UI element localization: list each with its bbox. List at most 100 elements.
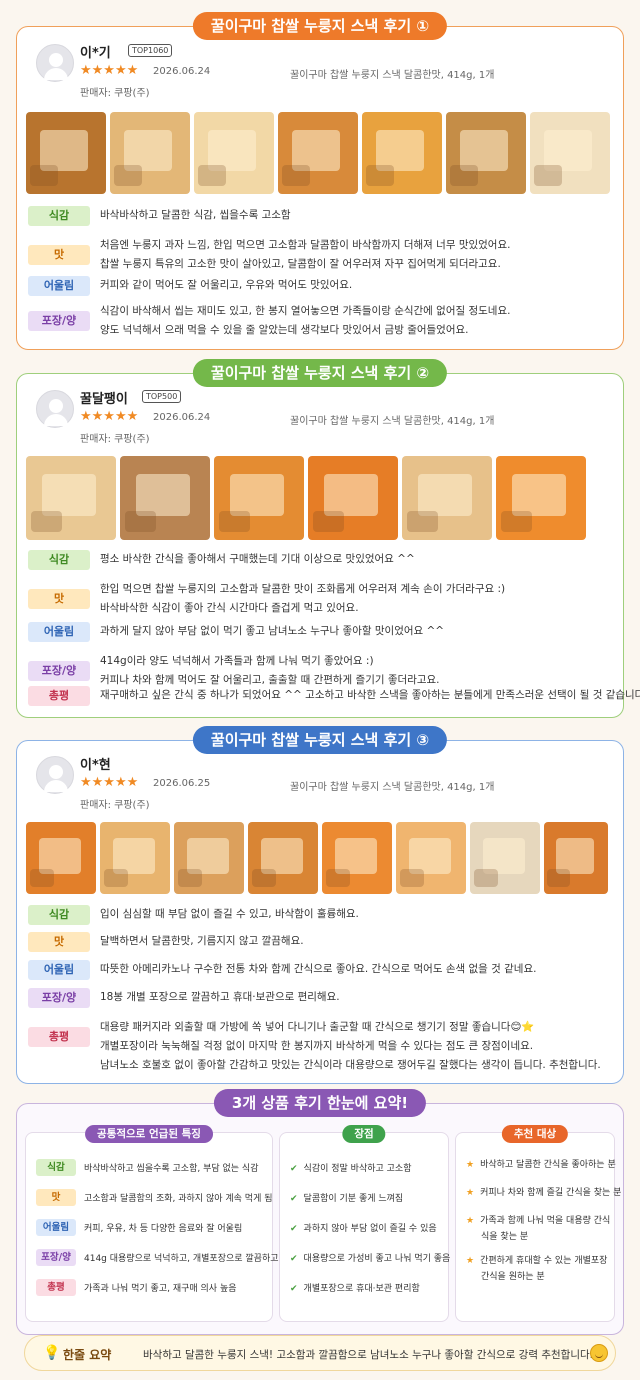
review-photo[interactable] <box>214 456 304 540</box>
review-photo[interactable] <box>470 822 540 894</box>
feature-row: 어울림 커피, 우유, 차 등 다양한 음료와 잘 어울림 <box>36 1219 266 1239</box>
star-icon: ★ <box>466 1256 475 1266</box>
recommend-box: 추천 대상 ★ 바삭하고 달콤한 간식을 좋아하는 분 ★ 커피나 차와 함께 즐길 … <box>455 1125 621 1322</box>
review-photos <box>26 456 586 540</box>
feature-row: 맛 고소함과 달콤함의 조화, 과하지 않아 계속 먹게 됨 <box>36 1189 273 1209</box>
pro-text: 달콤함이 기분 좋게 느껴짐 <box>303 1194 404 1204</box>
review-text-line: 18봉 개별 포장으로 깔끔하고 휴대·보관으로 편리해요. <box>100 991 340 1003</box>
review-text-line: 414g이라 양도 넉넉해서 가족들과 함께 나눠 먹기 좋았어요 :) <box>100 655 374 667</box>
features-title: 공통적으로 언급된 특징 <box>85 1125 213 1143</box>
star-icon: ★ <box>466 1160 475 1170</box>
recommend-text: 간편하게 휴대할 수 있는 개별포장 <box>480 1256 608 1266</box>
review-text-line: 과하게 달지 않아 부담 없이 먹기 좋고 남녀노소 누구나 좋아할 맛이었어요… <box>100 625 445 637</box>
star-rating: ★★★★★ <box>80 63 139 78</box>
review-photo[interactable] <box>110 112 190 194</box>
star-rating: ★★★★★ <box>80 409 139 424</box>
summary-card: 공통적으로 언급된 특징 식감 바삭바삭하고 씹을수록 고소함, 부담 없는 식감… <box>16 1103 624 1335</box>
star-icon: ★ <box>466 1188 475 1198</box>
review-text-line: 달백하면서 달콤한맛, 기름지지 않고 깔끔해요. <box>100 935 304 947</box>
lightbulb-icon: 💡 <box>43 1345 61 1361</box>
feature-row: 포장/양 414g 대용량으로 넉넉하고, 개별포장으로 깔끔하고 편리 <box>36 1249 298 1269</box>
reviewer-rank-badge: TOP1060 <box>128 44 173 57</box>
review-text-line: 따뜻한 아메리카노나 구수한 전통 차와 함께 간식으로 좋아요. 간식으로 먹… <box>100 963 537 975</box>
reviewer-rank-badge: TOP500 <box>142 390 182 403</box>
aspect-tag: 어울림 <box>28 622 90 642</box>
recommend-text: 식을 찾는 분 <box>481 1232 529 1242</box>
review-photo[interactable] <box>194 112 274 194</box>
pro-item: ✔ 과하지 않아 부담 없이 즐길 수 있음 <box>290 1221 437 1234</box>
review-photo[interactable] <box>120 456 210 540</box>
check-icon: ✔ <box>290 1224 298 1234</box>
review-text-line: 바삭바삭한 식감이 좋아 간식 시간마다 즐겁게 먹고 있어요. <box>100 602 359 614</box>
feature-row: 식감 바삭바삭하고 씹을수록 고소함, 부담 없는 식감 <box>36 1159 266 1179</box>
reviewer-name: 꿀달팽이 <box>80 392 128 407</box>
aspect-tag: 식감 <box>28 550 90 570</box>
star-rating: ★★★★★ <box>80 775 139 790</box>
review-photo[interactable] <box>544 822 608 894</box>
product-option: 꿀이구마 찹쌀 누룽지 스낵 달콤한맛, 414g, 1개 <box>290 416 495 427</box>
review-photo[interactable] <box>446 112 526 194</box>
review-text-line: 개별포장이라 눅눅해질 걱정 없이 마지막 한 봉지까지 바삭하게 먹을 수 있… <box>100 1040 534 1052</box>
seller-label: 판매자: 쿠팡(주) <box>80 88 150 99</box>
review-date: 2026.06.24 <box>153 412 211 423</box>
pro-item: ✔ 달콤함이 기분 좋게 느껴짐 <box>290 1191 403 1204</box>
review-text-line: 입이 심심할 때 부담 없이 즐길 수 있고, 바삭함이 훌륭해요. <box>100 908 359 920</box>
feature-tag: 맛 <box>36 1189 76 1206</box>
review-photo[interactable] <box>402 456 492 540</box>
review-photo[interactable] <box>530 112 610 194</box>
review-banner-2: 꿀이구마 찹쌀 누룽지 스낵 후기 ② <box>192 359 448 387</box>
review-photo[interactable] <box>100 822 170 894</box>
review-photo[interactable] <box>396 822 466 894</box>
review-photo[interactable] <box>362 112 442 194</box>
recommend-text: 간식을 원하는 분 <box>481 1272 545 1282</box>
aspect-tag: 어울림 <box>28 960 90 980</box>
reviewer-name: 이*기 <box>80 46 111 61</box>
avatar <box>36 44 74 82</box>
review-photo[interactable] <box>174 822 244 894</box>
feature-tag: 포장/양 <box>36 1249 76 1266</box>
review-date: 2026.06.24 <box>153 66 211 77</box>
review-banner-3: 꿀이구마 찹쌀 누룽지 스낵 후기 ③ <box>192 726 448 754</box>
pros-title: 장점 <box>342 1125 386 1143</box>
review-photo[interactable] <box>496 456 586 540</box>
aspect-tag: 식감 <box>28 206 90 226</box>
avatar <box>36 756 74 794</box>
feature-tag: 식감 <box>36 1159 76 1176</box>
review-date: 2026.06.25 <box>153 778 211 789</box>
review-banner-1: 꿀이구마 찹쌀 누룽지 스낵 후기 ① <box>192 12 448 40</box>
recommend-item: ★ 커피나 차와 함께 즐길 간식을 찾는 분 <box>466 1185 621 1201</box>
recommend-text: 가족과 함께 나눠 먹을 대용량 간식 <box>480 1216 611 1226</box>
review-photos <box>26 822 608 894</box>
recommend-item: ★ 간편하게 휴대할 수 있는 개별포장간식을 원하는 분 <box>466 1253 607 1285</box>
feature-text: 바삭바삭하고 씹을수록 고소함, 부담 없는 식감 <box>84 1164 259 1174</box>
check-icon: ✔ <box>290 1194 298 1204</box>
smile-icon <box>590 1344 608 1362</box>
pro-item: ✔ 식감이 정말 바삭하고 고소함 <box>290 1161 412 1174</box>
review-photo[interactable] <box>278 112 358 194</box>
review-text-line: 처음엔 누룽지 과자 느낌, 한입 먹으면 고소함과 달콤함이 바삭함까지 더해… <box>100 239 511 251</box>
review-photo[interactable] <box>248 822 318 894</box>
review-photo[interactable] <box>26 822 96 894</box>
feature-tag: 어울림 <box>36 1219 76 1236</box>
feature-text: 고소함과 달콤함의 조화, 과하지 않아 계속 먹게 됨 <box>84 1194 273 1204</box>
one-line-text: 바삭하고 달콤한 누룽지 스낵! 고소함과 깔끔함으로 남녀노소 누구나 좋아할… <box>143 1349 593 1361</box>
review-text-line: 바삭바삭하고 달콤한 식감, 씹을수록 고소함 <box>100 209 291 221</box>
aspect-tag: 포장/양 <box>28 311 90 331</box>
review-text-line: 재구매하고 싶은 간식 중 하나가 되었어요 ^^ 고소하고 바삭한 스낵을 좋… <box>100 689 640 701</box>
review-photo[interactable] <box>26 456 116 540</box>
one-line-label: 한줄 요약 <box>63 1348 112 1362</box>
pro-text: 대용량으로 가성비 좋고 나눠 먹기 좋음 <box>303 1254 451 1264</box>
review-photo[interactable] <box>322 822 392 894</box>
aspect-tag: 맛 <box>28 245 90 265</box>
seller-label: 판매자: 쿠팡(주) <box>80 434 150 445</box>
recommend-text: 바삭하고 달콤한 간식을 좋아하는 분 <box>480 1160 616 1170</box>
product-option: 꿀이구마 찹쌀 누룽지 스낵 달콤한맛, 414g, 1개 <box>290 70 495 81</box>
review-text-line: 평소 바삭한 간식을 좋아해서 구매했는데 기대 이상으로 맛있었어요 ^^ <box>100 553 415 565</box>
review-photo[interactable] <box>26 112 106 194</box>
recommend-item: ★ 가족과 함께 나눠 먹을 대용량 간식 식을 찾는 분 <box>466 1213 610 1245</box>
aspect-tag: 포장/양 <box>28 988 90 1008</box>
review-photo[interactable] <box>308 456 398 540</box>
review-text-line: 남녀노소 호불호 없이 좋아할 간감하고 맛있는 간식이라 대용량으로 쟁어두길… <box>100 1059 601 1071</box>
pro-text: 개별포장으로 휴대·보관 편리함 <box>303 1284 420 1294</box>
recommend-item: ★ 바삭하고 달콤한 간식을 좋아하는 분 <box>466 1157 616 1173</box>
